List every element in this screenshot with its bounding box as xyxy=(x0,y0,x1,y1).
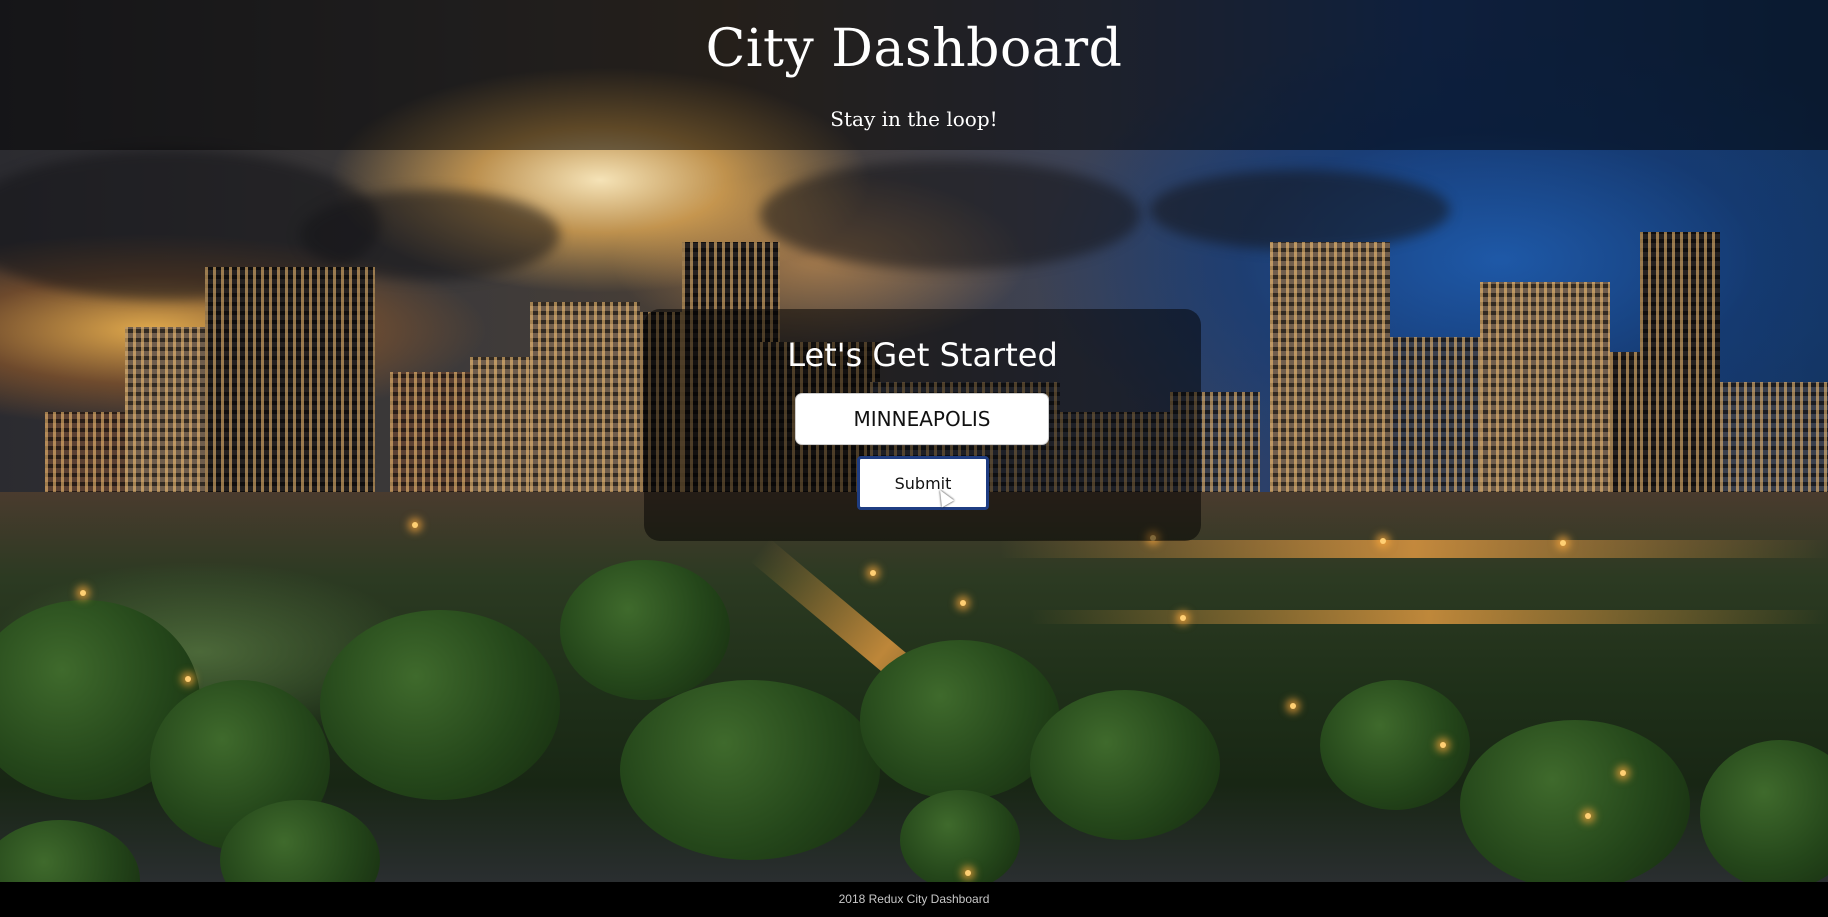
cloud xyxy=(1150,170,1450,250)
submit-button[interactable]: Submit xyxy=(857,456,989,510)
street-lamp xyxy=(1620,770,1626,776)
street-lamp xyxy=(185,676,191,682)
tree xyxy=(320,610,560,800)
page-header: City Dashboard Stay in the loop! xyxy=(0,0,1828,150)
tree xyxy=(860,640,1060,800)
city-input[interactable] xyxy=(795,393,1049,445)
road xyxy=(1030,610,1828,624)
tree xyxy=(1030,690,1220,840)
street-lamp xyxy=(1560,540,1566,546)
street-lamp xyxy=(1290,703,1296,709)
page-subtitle: Stay in the loop! xyxy=(830,107,998,131)
tree xyxy=(1460,720,1690,882)
street-lamp xyxy=(1585,813,1591,819)
street-lamp xyxy=(412,522,418,528)
cloud xyxy=(760,160,1140,270)
page-title: City Dashboard xyxy=(705,19,1123,79)
tree xyxy=(620,680,880,860)
form-heading: Let's Get Started xyxy=(787,336,1058,374)
street-lamp xyxy=(965,870,971,876)
street-lamp xyxy=(870,570,876,576)
tree xyxy=(560,560,730,700)
street-lamp xyxy=(1380,538,1386,544)
page-footer: 2018 Redux City Dashboard xyxy=(0,882,1828,917)
tree xyxy=(900,790,1020,882)
tree xyxy=(1320,680,1470,810)
street-lamp xyxy=(1440,742,1446,748)
street-lamp xyxy=(80,590,86,596)
street-lamp xyxy=(1180,615,1186,621)
street-lamp xyxy=(960,600,966,606)
road xyxy=(1000,540,1828,558)
city-search-form: Let's Get Started Submit xyxy=(644,309,1201,541)
